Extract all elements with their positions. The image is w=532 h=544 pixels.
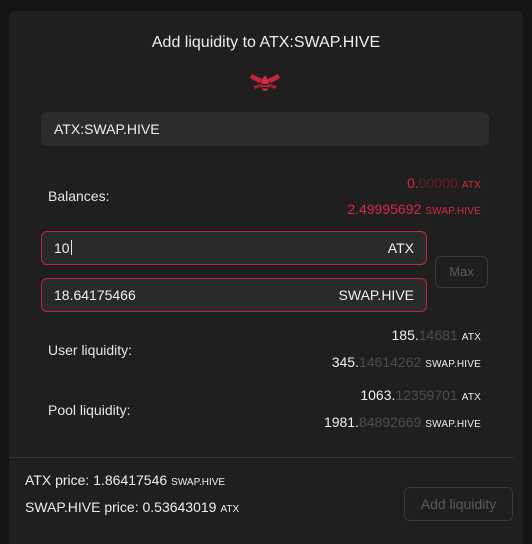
pool-liquidity-hive: 1981.84892669 SWAP.HIVE [324, 414, 481, 430]
balance-atx-unit: ATX [461, 180, 481, 191]
pool-liquidity-hive-unit: SWAP.HIVE [425, 419, 481, 430]
balance-atx-main: 0. [407, 175, 419, 191]
user-liquidity-atx: 185.14681 ATX [392, 327, 482, 343]
hive-price-label: SWAP.HIVE price: [25, 499, 139, 515]
atx-amount-value: 10 [54, 240, 72, 256]
balance-hive: 2.49995692 SWAP.HIVE [347, 201, 481, 217]
hive-price: SWAP.HIVE price: 0.53643019 ATX [25, 499, 239, 515]
balance-hive-unit: SWAP.HIVE [425, 206, 481, 217]
max-button[interactable]: Max [435, 256, 488, 288]
atx-price-value: 1.86417546 [93, 472, 168, 488]
user-liquidity-hive: 345.14614262 SWAP.HIVE [332, 354, 481, 370]
dialog-title: Add liquidity to ATX:SWAP.HIVE [151, 34, 381, 51]
pool-liquidity-hive-decimals: 84892669 [358, 414, 422, 430]
text-caret [70, 240, 72, 255]
atx-price: ATX price: 1.86417546 SWAP.HIVE [25, 472, 225, 488]
pool-liquidity-atx-decimals: 12359701 [395, 387, 458, 403]
hive-price-unit: ATX [220, 504, 240, 515]
user-liquidity-hive-unit: SWAP.HIVE [425, 359, 481, 370]
atx-price-unit: SWAP.HIVE [171, 477, 226, 488]
pool-liquidity-label: Pool liquidity: [48, 402, 131, 418]
token-pair-select[interactable]: ATX:SWAP.HIVE [41, 112, 489, 146]
section-divider [9, 457, 514, 458]
atx-price-label: ATX price: [25, 472, 90, 488]
hive-bee-icon [250, 74, 280, 91]
user-liquidity-atx-decimals: 14681 [418, 327, 458, 343]
pool-liquidity-atx-unit: ATX [461, 392, 481, 403]
balance-atx: 0.00000 ATX [407, 175, 481, 191]
user-liquidity-atx-unit: ATX [461, 332, 481, 343]
pool-liquidity-atx-main: 1063. [360, 387, 396, 403]
user-liquidity-hive-main: 345. [331, 354, 359, 370]
balance-hive-main: 2.49995692 [347, 201, 422, 217]
hive-currency-label: SWAP.HIVE [338, 287, 414, 303]
user-liquidity-hive-decimals: 14614262 [358, 354, 422, 370]
hive-amount-input[interactable]: 18.64175466 SWAP.HIVE [41, 278, 427, 312]
atx-amount-input[interactable]: 10 ATX [41, 231, 427, 265]
hive-amount-value: 18.64175466 [54, 287, 136, 303]
balance-atx-decimals: 00000 [418, 175, 458, 191]
pool-liquidity-atx: 1063.12359701 ATX [360, 387, 481, 403]
user-liquidity-label: User liquidity: [48, 342, 133, 358]
balances-label: Balances: [48, 188, 110, 204]
hive-price-value: 0.53643019 [142, 499, 217, 515]
add-liquidity-button[interactable]: Add liquidity [404, 487, 513, 521]
pool-liquidity-hive-main: 1981. [323, 414, 359, 430]
user-liquidity-atx-main: 185. [391, 327, 419, 343]
atx-currency-label: ATX [387, 240, 414, 256]
